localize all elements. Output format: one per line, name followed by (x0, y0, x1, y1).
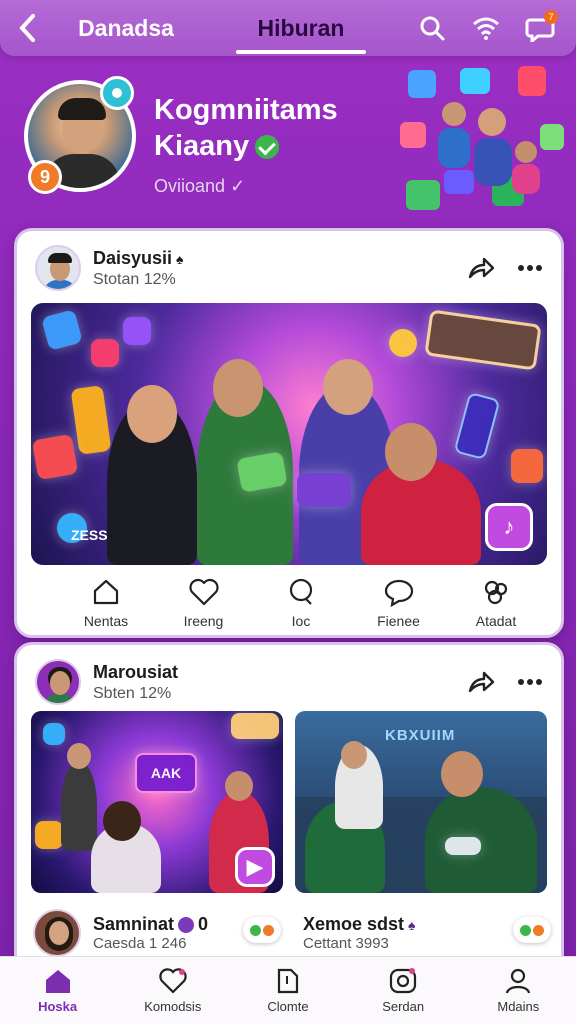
tab-hiburan[interactable]: Hiburan (226, 0, 376, 56)
avatar[interactable] (35, 245, 81, 291)
home-icon (45, 970, 70, 993)
post-author[interactable]: Daisyusii ♠ (93, 248, 183, 269)
heart-icon (159, 968, 187, 994)
media-label: ZESS (71, 527, 108, 543)
nav-clomte[interactable]: Clomte (233, 967, 343, 1014)
more-options-icon[interactable] (517, 264, 543, 272)
top-bar: Danadsa Hiburan 7 (0, 0, 576, 56)
post-time: Stotan 12% (93, 270, 176, 288)
tab-danadsa[interactable]: Danadsa (56, 0, 196, 56)
reaction-ioc[interactable]: Ioc (256, 577, 346, 631)
verified-small-icon: ✓ (230, 176, 246, 196)
media-title: KBXUIIM (385, 727, 456, 744)
subpost-time: Cettant 3993 (303, 935, 389, 952)
crown-icon: ♠ (176, 250, 184, 267)
post-card[interactable]: Daisyusii ♠ Stotan 12% ZESS ♪ Nentas Ire… (14, 228, 564, 638)
subpost-name: Xemoe sdst ♠ (303, 914, 416, 934)
community-header: 9 Kogmniitams Kiaany Oviioand ✓ (0, 62, 576, 228)
reaction-fienee[interactable]: Fienee (354, 577, 444, 631)
reaction-bar: Nentas Ireeng Ioc Fienee Atadat (61, 577, 541, 631)
play-button[interactable]: ▶ (235, 847, 275, 887)
reaction-ireeng[interactable]: Ireeng (159, 577, 249, 631)
avatar[interactable] (33, 909, 81, 957)
community-hero-illustration (400, 66, 564, 210)
subpost-name: Samninat 0 (93, 914, 209, 934)
house-icon (93, 579, 119, 605)
person-icon (506, 968, 531, 994)
verified-icon (255, 135, 280, 160)
reaction-nentas[interactable]: Nentas (61, 577, 151, 631)
post-author[interactable]: Marousiat (93, 662, 178, 683)
radio-icon (390, 968, 417, 994)
nav-home[interactable]: Hoska (3, 967, 113, 1014)
notifications-button[interactable]: 7 (522, 10, 558, 46)
nav-serdan[interactable]: Serdan (348, 967, 458, 1014)
subpost-time: Caesda 1 246 (93, 935, 187, 952)
avatar[interactable] (35, 659, 81, 705)
search-icon (420, 16, 445, 41)
crown-icon: ♠ (408, 917, 416, 933)
wifi-button[interactable] (468, 10, 504, 46)
back-button[interactable] (0, 0, 56, 56)
share-badge-icon (100, 76, 134, 110)
comment-icon (289, 578, 313, 605)
nav-mdains[interactable]: Mdains (463, 967, 573, 1014)
neon-sign: AAK (135, 753, 197, 793)
reaction-chip[interactable] (513, 917, 551, 943)
chat-icon (384, 579, 413, 607)
play-icon: ▶ (246, 854, 264, 879)
post-media[interactable]: ZESS ♪ (31, 303, 547, 565)
post-media-left[interactable]: AAK ▶ (31, 711, 283, 893)
media-action-button[interactable]: ♪ (485, 503, 533, 551)
share-icon[interactable] (467, 255, 495, 281)
community-subtitle: Oviioand ✓ (154, 176, 246, 196)
file-icon (277, 968, 299, 994)
nav-komodsis[interactable]: Komodsis (118, 967, 228, 1014)
reaction-atadat[interactable]: Atadat (451, 577, 541, 631)
wifi-icon (473, 17, 499, 40)
post-header: Marousiat Sbten 12% (35, 657, 543, 707)
search-button[interactable] (414, 10, 450, 46)
reaction-chip[interactable] (243, 917, 281, 943)
settings-icon (484, 580, 508, 605)
post-time: Sbten 12% (93, 684, 172, 702)
share-icon[interactable] (467, 669, 495, 695)
bottom-navigation: Hoska Komodsis Clomte Serdan Mdains (0, 956, 576, 1024)
level-badge: 9 (28, 160, 62, 194)
chevron-left-icon (19, 14, 35, 42)
community-title: Kogmniitams Kiaany (154, 94, 338, 162)
post-card[interactable]: Marousiat Sbten 12% AAK ▶ KBXUIIM Samnin… (14, 642, 564, 972)
music-note-icon: ♪ (503, 514, 515, 539)
post-header: Daisyusii ♠ Stotan 12% (35, 243, 543, 293)
post-media-right[interactable]: KBXUIIM (295, 711, 547, 893)
notification-badge: 7 (544, 10, 558, 24)
heart-icon (188, 578, 219, 606)
verified-icon (178, 917, 195, 934)
more-options-icon[interactable] (517, 678, 543, 686)
